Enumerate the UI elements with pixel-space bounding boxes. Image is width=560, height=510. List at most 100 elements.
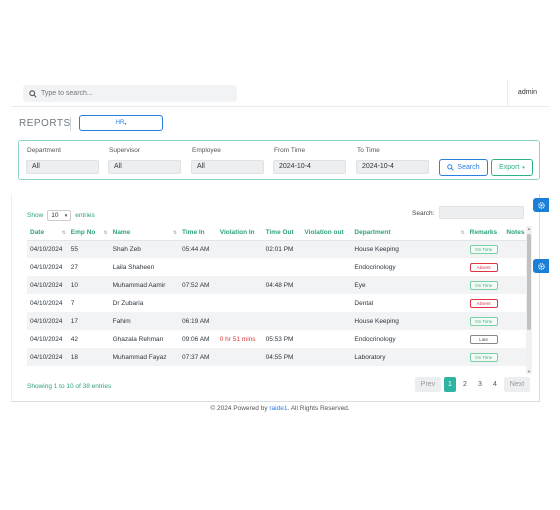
cell-notes [503,330,528,348]
gear-icon [537,201,545,209]
cell-remarks: Absent [467,294,504,312]
cell-violation-out [301,258,351,276]
cell-notes [503,294,528,312]
search-icon [29,89,37,98]
global-search[interactable] [23,85,237,102]
column-header-time-in[interactable]: Time In [179,226,217,241]
cell-violation-out [301,276,351,294]
table-row[interactable]: 04/10/2024 17 Fahim 06:19 AM House Keeping On… [27,312,528,330]
table-info: Showing 1 to 10 of 38 entries [27,383,112,390]
employee-select[interactable]: All [191,160,264,174]
top-bar: admin [11,80,550,107]
column-header-remarks[interactable]: Remarks [466,226,504,241]
sort-icon[interactable]: ⇅ [103,230,107,236]
cell-violation-in: 0 hr 51 mins [219,335,256,343]
sort-icon[interactable]: ⇅ [460,230,464,236]
column-header-label: Date [30,229,45,237]
cell-violation-in [217,258,263,276]
cell-date: 04/10/2024 [30,335,63,343]
cell-remarks: Late [467,330,504,348]
page-length-select[interactable]: 10 ▾ [47,210,72,221]
table-row[interactable]: 04/10/2024 27 Laila Shaheen Endocrinology Ab… [27,258,528,276]
cell-department: Eye [354,281,366,289]
to-time-label: To Time [357,147,380,154]
attendance-table: Date ⇅ Emp No ⇅ Name ⇅ Time In Violation In Time… [27,226,528,366]
cell-emp-no: 18 [70,353,79,361]
cell-time-in [179,294,217,312]
hr-dropdown-button[interactable]: HR ▾ [79,115,163,131]
cell-name: Ghazala Rehman [112,335,164,343]
scrollbar-thumb[interactable] [527,234,531,330]
cell-department: Laboratory [354,353,386,361]
remark-badge: On Time [469,316,498,326]
filter-panel: Department All Supervisor All Employee A… [18,140,540,180]
cell-violation-out [301,294,351,312]
caret-down-icon: ▾ [522,164,525,171]
cell-department: Endocrinology [354,263,396,271]
table-row[interactable]: 04/10/2024 10 Muhammad Aamir 07:52 AM 04:48 … [27,276,528,294]
supervisor-select[interactable]: All [108,160,181,174]
cell-department: Dental [354,299,374,307]
cell-emp-no: 10 [70,281,79,289]
scroll-up-icon[interactable]: ▲ [527,226,531,231]
from-time-label: From Time [274,147,306,154]
table-row[interactable]: 04/10/2024 42 Ghazala Rehman 09:06 AM 0 hr 5… [27,330,528,348]
column-header-label: Emp No [70,229,96,237]
user-menu[interactable]: admin [518,89,537,96]
table-scrollbar[interactable]: ▲ ▼ [526,226,532,374]
department-label: Department [27,147,61,154]
global-search-input[interactable] [41,90,221,97]
column-header-label: Violation out [304,229,344,237]
sort-icon[interactable]: ⇅ [62,230,66,236]
cell-name: Muhammad Fayaz [112,353,167,361]
column-header-name[interactable]: Name ⇅ [109,226,179,241]
table-header-row: Date ⇅ Emp No ⇅ Name ⇅ Time In Violation In Time… [27,226,528,241]
page-length-control: Show 10 ▾ entries [27,210,95,221]
from-time-input[interactable]: 2024-10-4 [273,160,346,174]
cell-time-in: 07:37 AM [182,353,210,361]
table-search-label: Search: [412,210,435,217]
export-button[interactable]: Export ▾ [491,159,533,176]
footer-brand-link[interactable]: raide1 [269,405,287,412]
cell-time-out [263,258,302,276]
column-header-violation-in[interactable]: Violation In [216,226,263,241]
cell-time-out: 02:01 PM [265,245,294,253]
department-select[interactable]: All [26,160,99,174]
to-time-input[interactable]: 2024-10-4 [356,160,429,174]
cell-name: Shah Zeb [112,245,141,253]
prev-page-button[interactable]: Prev [415,377,441,392]
settings-gear-button-2[interactable] [533,259,549,273]
settings-gear-button[interactable] [533,198,549,212]
page-button-2[interactable]: 2 [459,377,471,392]
page-button-3[interactable]: 3 [474,377,486,392]
column-header-notes[interactable]: Notes [503,226,528,241]
employee-label: Employee [192,147,221,154]
column-header-date[interactable]: Date ⇅ [27,226,68,241]
cell-name: Muhammad Aamir [112,281,166,289]
next-page-button[interactable]: Next [504,377,530,392]
column-header-violation-out[interactable]: Violation out [301,226,352,241]
table-row[interactable]: 04/10/2024 55 Shah Zeb 05:44 AM 02:01 PM Hous… [27,240,528,258]
column-header-emp-no[interactable]: Emp No ⇅ [67,226,110,241]
remark-badge: On Time [469,280,498,290]
cell-notes [503,240,528,258]
table-search-input[interactable] [439,206,524,219]
page-button-1[interactable]: 1 [444,377,456,392]
supervisor-label: Supervisor [109,147,141,154]
scroll-down-icon[interactable]: ▼ [527,369,531,374]
column-header-label: Remarks [469,229,498,237]
page-button-4[interactable]: 4 [489,377,501,392]
column-header-label: Time In [182,229,205,237]
cell-violation-out [301,312,351,330]
remark-badge: Late [469,334,498,344]
table-row[interactable]: 04/10/2024 7 Dr Zubaria Dental Absent [27,294,528,312]
search-button[interactable]: Search [439,159,488,176]
sort-icon[interactable]: ⇅ [173,230,177,236]
column-header-department[interactable]: Department ⇅ [351,226,467,241]
column-header-time-out[interactable]: Time Out [262,226,302,241]
cell-violation-out [301,240,351,258]
table-row[interactable]: 04/10/2024 18 Muhammad Fayaz 07:37 AM 04:55 … [27,348,528,366]
cell-remarks: On Time [467,312,504,330]
cell-violation-in [217,348,263,366]
cell-remarks: On Time [467,276,504,294]
